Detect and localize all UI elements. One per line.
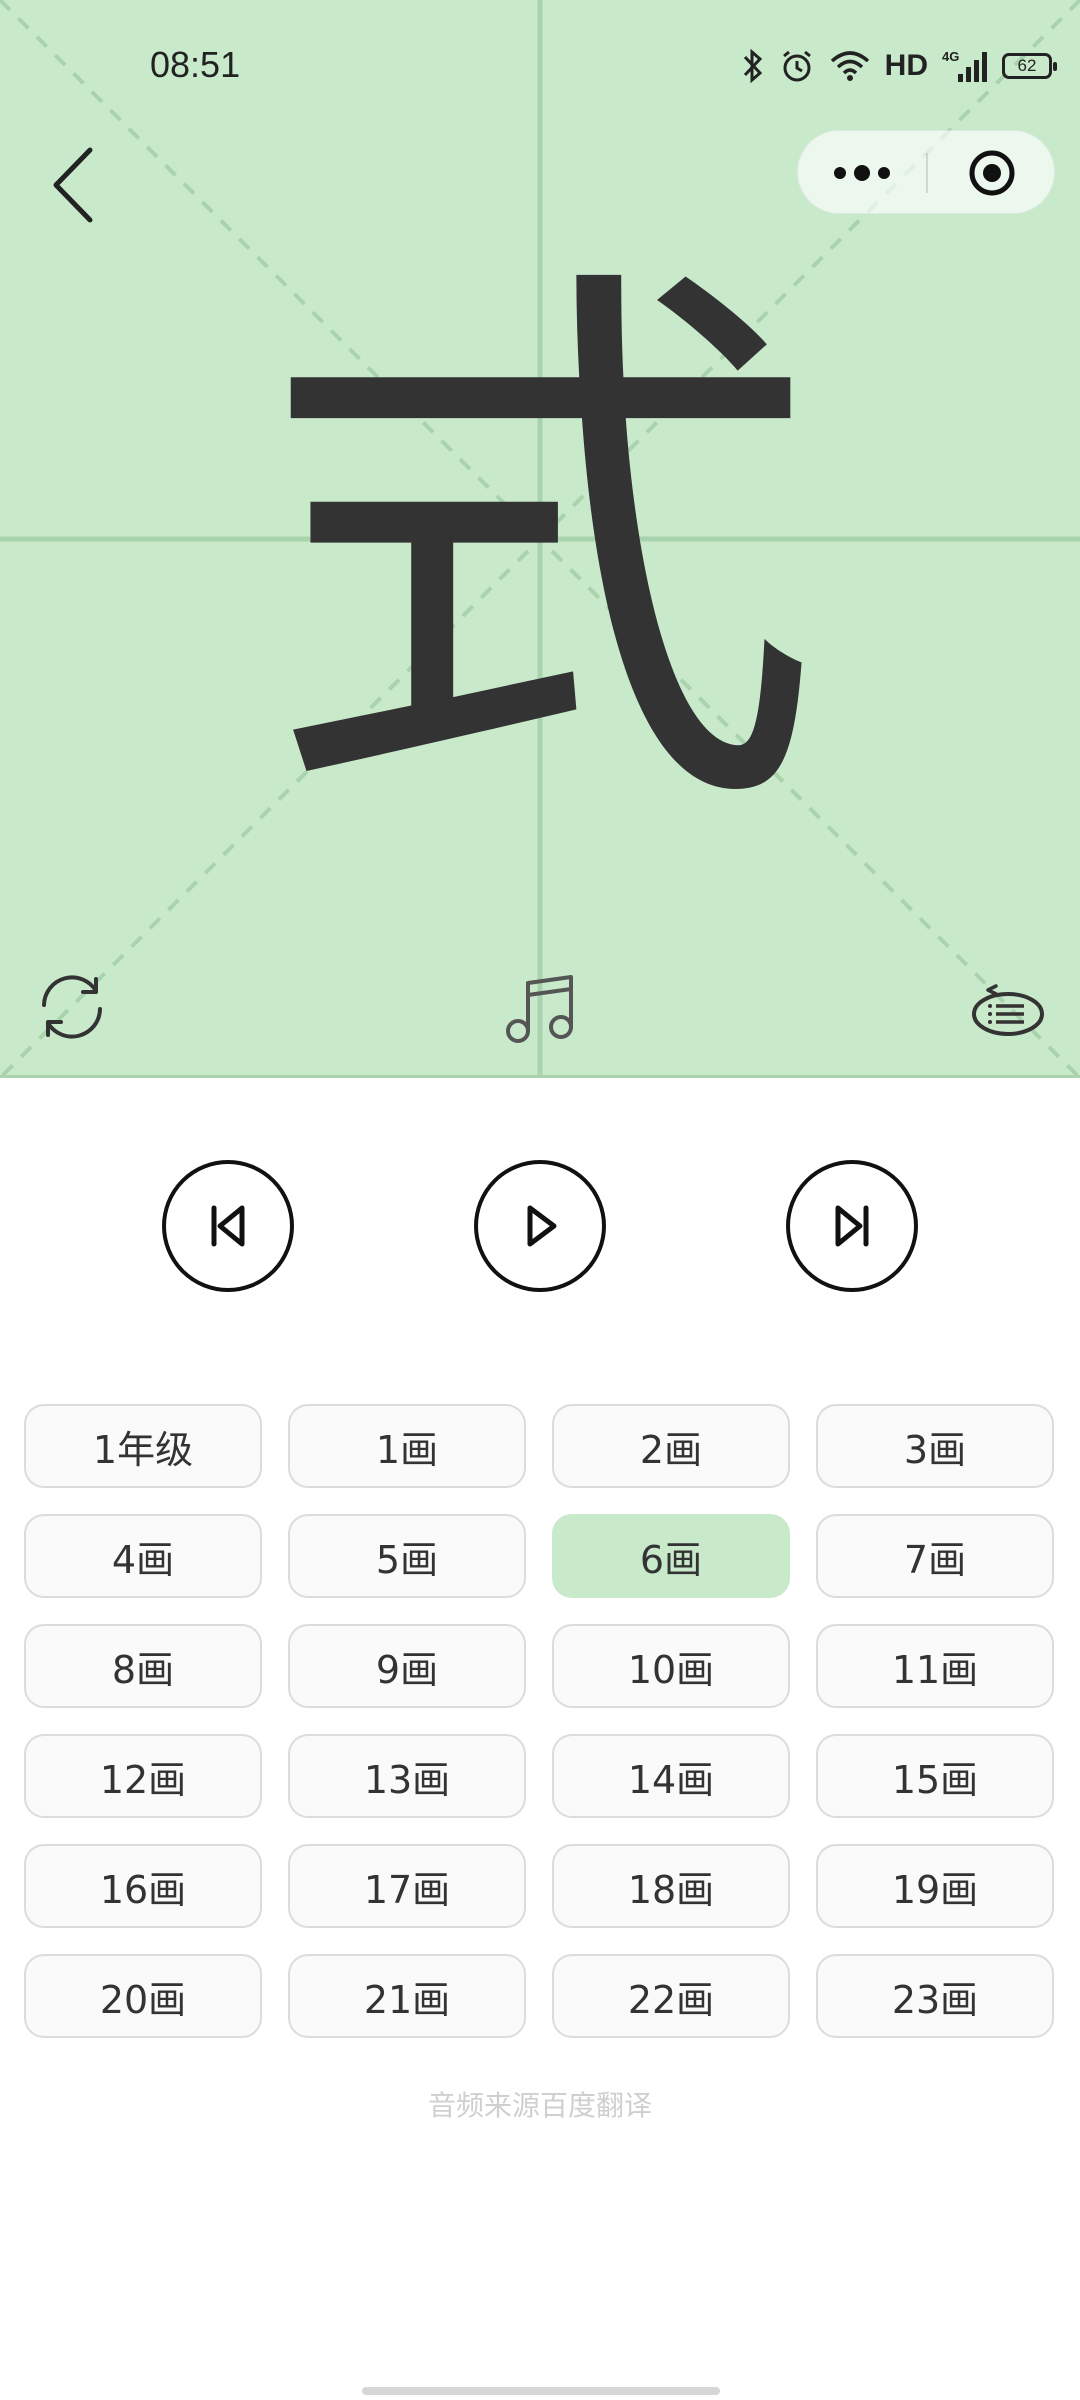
refresh-button[interactable]: [30, 965, 114, 1049]
chip-17-strokes[interactable]: 17画: [288, 1844, 526, 1928]
close-button[interactable]: [928, 131, 1056, 215]
playback-controls: [0, 1160, 1080, 1300]
chip-18-strokes[interactable]: 18画: [552, 1844, 790, 1928]
next-button[interactable]: [786, 1160, 918, 1292]
audio-source-note: 音频来源百度翻译: [427, 2089, 652, 2122]
play-icon: [527, 1205, 557, 1247]
chevron-left-icon: [53, 147, 93, 223]
more-dots-icon: [834, 165, 890, 181]
refresh-icon: [42, 975, 102, 1039]
skip-previous-icon: [211, 1205, 245, 1247]
stroke-count-grid: 1年级 1画 2画 3画 4画 5画 6画 7画 8画 9画 10画 11画 1…: [24, 1404, 1058, 2038]
signal-icon: 4G: [942, 46, 988, 86]
mini-program-capsule: [797, 130, 1055, 214]
chip-12-strokes[interactable]: 12画: [24, 1734, 262, 1818]
alarm-icon: [779, 46, 815, 86]
play-button[interactable]: [474, 1160, 606, 1292]
practice-character: 式: [260, 224, 820, 876]
chip-19-strokes[interactable]: 19画: [816, 1844, 1054, 1928]
bluetooth-icon: [741, 46, 765, 86]
chip-3-strokes[interactable]: 3画: [816, 1404, 1054, 1488]
chip-1-stroke[interactable]: 1画: [288, 1404, 526, 1488]
chip-5-strokes[interactable]: 5画: [288, 1514, 526, 1598]
character-board: 08:51 HD 4G 62 式: [0, 0, 1080, 1078]
stroke-list-button[interactable]: [966, 968, 1050, 1052]
chip-15-strokes[interactable]: 15画: [816, 1734, 1054, 1818]
audio-button[interactable]: [495, 965, 585, 1055]
chip-9-strokes[interactable]: 9画: [288, 1624, 526, 1708]
chip-23-strokes[interactable]: 23画: [816, 1954, 1054, 2038]
target-icon: [969, 150, 1015, 196]
signal-label: 4G: [942, 49, 959, 64]
chip-14-strokes[interactable]: 14画: [552, 1734, 790, 1818]
status-bar: 08:51 HD 4G 62: [0, 0, 1080, 132]
chip-8-strokes[interactable]: 8画: [24, 1624, 262, 1708]
network-type: HD: [884, 49, 928, 82]
chip-6-strokes[interactable]: 6画: [552, 1514, 790, 1598]
skip-next-icon: [835, 1205, 869, 1247]
chip-16-strokes[interactable]: 16画: [24, 1844, 262, 1928]
battery-level: 62: [1002, 53, 1057, 79]
chip-4-strokes[interactable]: 4画: [24, 1514, 262, 1598]
status-time: 08:51: [150, 44, 241, 85]
previous-button[interactable]: [162, 1160, 294, 1292]
chip-21-strokes[interactable]: 21画: [288, 1954, 526, 2038]
chip-13-strokes[interactable]: 13画: [288, 1734, 526, 1818]
home-indicator[interactable]: [362, 2387, 720, 2395]
wifi-icon: [829, 46, 871, 86]
chip-20-strokes[interactable]: 20画: [24, 1954, 262, 2038]
chip-11-strokes[interactable]: 11画: [816, 1624, 1054, 1708]
chip-grade-1[interactable]: 1年级: [24, 1404, 262, 1488]
chip-10-strokes[interactable]: 10画: [552, 1624, 790, 1708]
chip-7-strokes[interactable]: 7画: [816, 1514, 1054, 1598]
battery-icon: 62: [1002, 46, 1057, 86]
more-button[interactable]: [798, 131, 926, 215]
music-note-icon: [506, 975, 573, 1043]
list-icon: [972, 984, 1044, 1036]
chip-2-strokes[interactable]: 2画: [552, 1404, 790, 1488]
status-icons: HD 4G 62: [741, 44, 1057, 88]
back-button[interactable]: [42, 140, 112, 230]
chip-22-strokes[interactable]: 22画: [552, 1954, 790, 2038]
